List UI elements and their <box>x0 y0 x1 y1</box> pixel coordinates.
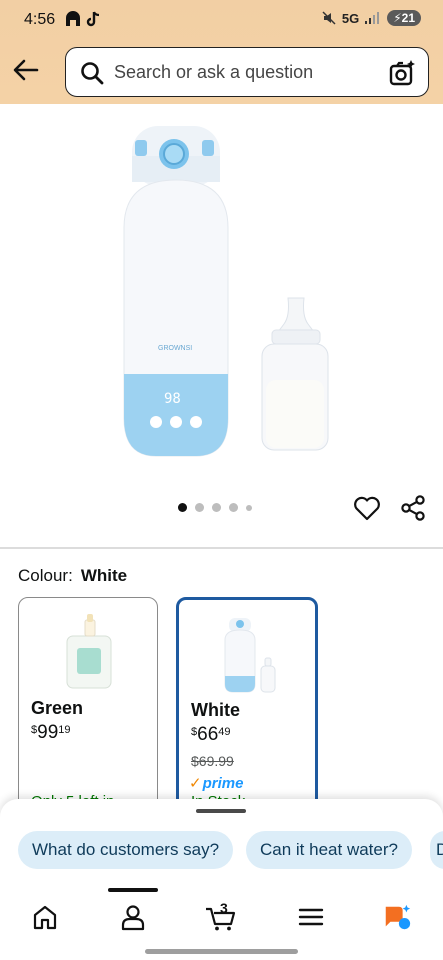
suggestion-chip[interactable]: Can it heat water? <box>246 831 412 869</box>
variation-swatch-white[interactable]: White $6649 $69.99 ✓prime In Stock <box>176 597 318 812</box>
status-bar: 4:56 5G ⚡21 <box>0 0 443 40</box>
swatch-price: $6649 <box>191 724 231 746</box>
colour-selector-label: Colour: White <box>18 566 127 586</box>
list-price: $69.99 <box>191 753 234 769</box>
price-fraction: 49 <box>218 726 231 738</box>
status-right-icons: 5G ⚡21 <box>322 10 421 26</box>
price-fraction: 19 <box>58 724 71 736</box>
prime-check-icon: ✓ <box>189 775 202 792</box>
prime-badge: ✓prime <box>189 774 243 792</box>
back-arrow-icon[interactable] <box>12 56 40 84</box>
currency-symbol: $ <box>191 726 198 738</box>
active-tab-indicator <box>108 888 158 892</box>
signal-icon <box>365 12 380 24</box>
battery-indicator: ⚡21 <box>387 10 421 26</box>
system-gesture-bar[interactable] <box>145 949 298 954</box>
home-icon[interactable] <box>30 902 60 932</box>
account-icon[interactable] <box>118 902 148 932</box>
suggestion-chip[interactable]: D <box>430 831 443 869</box>
swatch-name: Green <box>31 698 84 718</box>
status-notification-icons <box>64 11 100 27</box>
prime-label: prime <box>202 775 244 792</box>
bottom-navigation: 3 <box>0 888 443 960</box>
selected-colour: White <box>80 566 128 585</box>
pager-dot[interactable] <box>246 504 252 511</box>
cart-button[interactable]: 3 <box>204 900 238 932</box>
home-status-icon <box>66 11 80 26</box>
rufus-assistant-icon[interactable] <box>382 902 412 932</box>
search-input[interactable]: Search or ask a question <box>65 47 429 97</box>
swatch-image-white <box>224 618 276 693</box>
image-pager[interactable] <box>178 503 252 512</box>
heart-icon[interactable] <box>352 493 382 523</box>
menu-icon[interactable] <box>296 902 326 932</box>
top-header: 4:56 5G ⚡21 Search or ask a question <box>0 0 443 104</box>
tiktok-icon <box>86 11 100 27</box>
product-image[interactable]: GROWNSI 98 <box>100 118 350 478</box>
colour-label: Colour: <box>18 566 73 585</box>
svg-text:98: 98 <box>164 391 181 407</box>
brand-logo: GROWNSI <box>158 345 192 352</box>
share-icon[interactable] <box>398 493 428 523</box>
pager-dot[interactable] <box>229 503 238 512</box>
pager-dot[interactable] <box>212 503 221 512</box>
pager-dot-active[interactable] <box>178 503 187 512</box>
swatch-price: $9919 <box>31 722 71 744</box>
status-time: 4:56 <box>24 11 56 28</box>
mute-icon <box>322 11 336 25</box>
swatch-image-green <box>66 614 112 689</box>
battery-level: 21 <box>401 11 415 25</box>
suggestion-chip[interactable]: What do customers say? <box>18 831 234 869</box>
variation-swatch-green[interactable]: Green $9919 Only 5 left in <box>18 597 158 812</box>
camera-search-icon[interactable] <box>388 59 416 87</box>
swatch-name: White <box>191 700 240 720</box>
sheet-drag-handle[interactable] <box>196 809 246 813</box>
cart-count: 3 <box>220 900 228 916</box>
search-icon <box>81 62 104 85</box>
network-label: 5G <box>341 10 360 26</box>
section-divider <box>0 547 443 549</box>
search-placeholder: Search or ask a question <box>114 62 314 82</box>
price-whole: 99 <box>37 722 59 743</box>
price-whole: 66 <box>197 724 219 745</box>
pager-dot[interactable] <box>195 503 204 512</box>
suggestion-sheet: What do customers say? Can it heat water… <box>0 799 443 894</box>
currency-symbol: $ <box>31 724 38 736</box>
